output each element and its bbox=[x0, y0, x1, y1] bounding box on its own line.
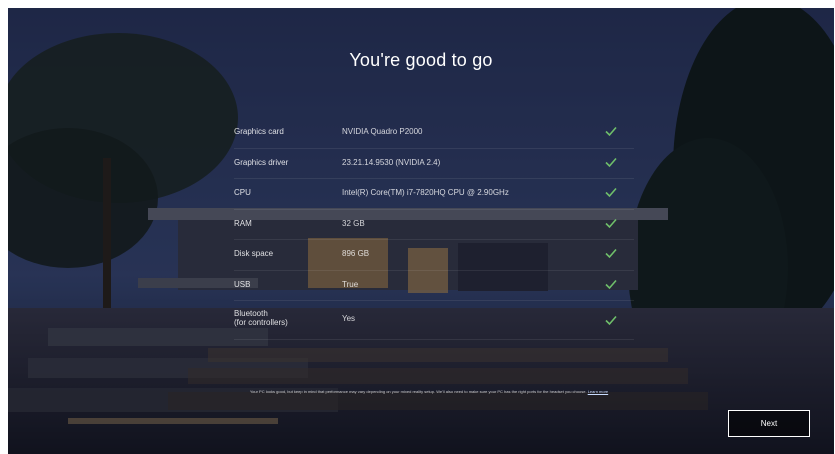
setup-window: You're good to go Graphics card NVIDIA Q… bbox=[8, 8, 834, 454]
learn-more-link[interactable]: Learn more bbox=[588, 389, 608, 394]
compatibility-note: Your PC looks good, but keep in mind tha… bbox=[244, 388, 614, 396]
spec-row-usb: USB True bbox=[234, 271, 634, 301]
spec-value: 896 GB bbox=[342, 249, 370, 258]
check-icon bbox=[605, 279, 617, 289]
spec-label: Bluetooth (for controllers) bbox=[234, 309, 329, 327]
spec-list: Graphics card NVIDIA Quadro P2000 Graphi… bbox=[234, 118, 634, 340]
check-icon bbox=[605, 248, 617, 259]
check-icon bbox=[605, 315, 617, 326]
compatibility-note-text: Your PC looks good, but keep in mind tha… bbox=[249, 389, 587, 394]
spec-value: Yes bbox=[342, 314, 356, 323]
check-icon bbox=[605, 187, 617, 198]
spec-label: CPU bbox=[234, 188, 251, 197]
spec-value: 32 GB bbox=[342, 218, 365, 228]
next-button[interactable]: Next bbox=[728, 410, 810, 437]
spec-row-graphics-driver: Graphics driver 23.21.14.9530 (NVIDIA 2.… bbox=[234, 149, 634, 179]
spec-label: Graphics driver bbox=[234, 157, 289, 167]
spec-row-disk-space: Disk space 896 GB bbox=[234, 240, 634, 271]
page-title: You're good to go bbox=[349, 50, 493, 70]
spec-label: Graphics card bbox=[234, 127, 284, 136]
spec-value: NVIDIA Quadro P2000 bbox=[342, 127, 423, 136]
spec-label: USB bbox=[234, 279, 251, 289]
spec-label: RAM bbox=[234, 218, 252, 228]
check-icon bbox=[605, 218, 617, 228]
check-icon bbox=[605, 157, 617, 167]
spec-label-line1: Bluetooth bbox=[234, 309, 268, 318]
page: You're good to go Graphics card NVIDIA Q… bbox=[0, 0, 835, 454]
spec-label: Disk space bbox=[234, 249, 274, 258]
check-icon bbox=[605, 126, 617, 137]
spec-row-cpu: CPU Intel(R) Core(TM) i7-7820HQ CPU @ 2.… bbox=[234, 179, 634, 210]
spec-row-bluetooth: Bluetooth (for controllers) Yes bbox=[234, 301, 634, 340]
spec-value: 23.21.14.9530 (NVIDIA 2.4) bbox=[342, 157, 441, 167]
spec-label-line2: (for controllers) bbox=[234, 318, 288, 327]
spec-value: Intel(R) Core(TM) i7-7820HQ CPU @ 2.90GH… bbox=[342, 188, 509, 197]
spec-value: True bbox=[342, 279, 359, 289]
spec-row-ram: RAM 32 GB bbox=[234, 210, 634, 240]
spec-row-graphics-card: Graphics card NVIDIA Quadro P2000 bbox=[234, 118, 634, 149]
